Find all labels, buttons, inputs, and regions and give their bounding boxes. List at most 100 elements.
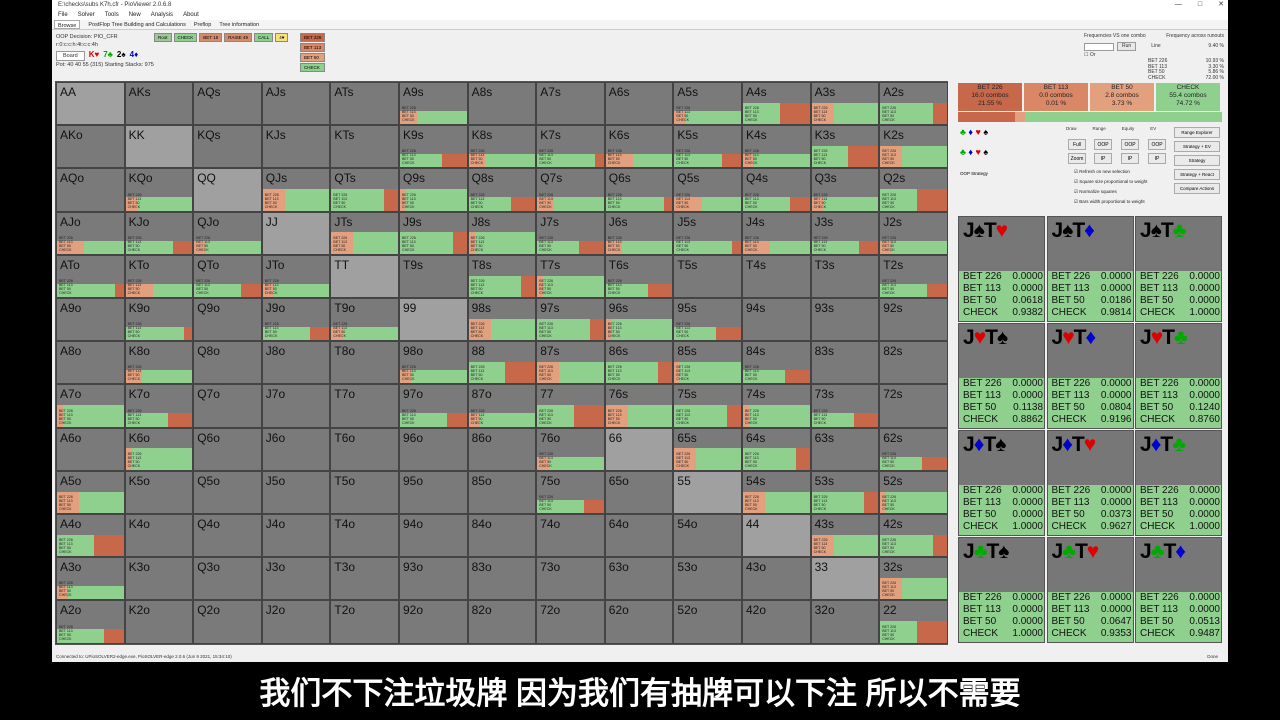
hand-cell-T3o[interactable]: T3o xyxy=(330,557,399,601)
combo-input[interactable] xyxy=(1084,42,1114,51)
hand-cell-A7o[interactable]: A7o BET 226 BET 113 BET 50 CHECK xyxy=(56,384,125,428)
hand-cell-K2s[interactable]: K2s BET 226 BET 113 BET 50 CHECK xyxy=(879,125,948,169)
hand-cell-T5o[interactable]: T5o xyxy=(330,470,399,514)
run-button[interactable]: Run xyxy=(1117,42,1137,51)
option-checkbox-2[interactable]: Normalize squares xyxy=(1074,189,1117,195)
close-icon[interactable]: ✕ xyxy=(1218,0,1224,10)
hand-cell-J2o[interactable]: J2o xyxy=(261,600,331,644)
hand-cell-42s[interactable]: 42s BET 226 BET 113 BET 50 CHECK xyxy=(879,514,948,558)
runout-board-4[interactable]: J♥T♦ BET 226 0.0000 BET 113 0.0000 BET 50 0.08… xyxy=(1046,323,1134,429)
side-button-0[interactable]: Range Explorer xyxy=(1174,127,1220,138)
tab-0[interactable]: Browse xyxy=(54,20,81,29)
hand-cell-83s[interactable]: 83s xyxy=(810,341,880,385)
side-button-3[interactable]: Strategy + React xyxy=(1174,169,1220,180)
hand-cell-55[interactable]: 55 xyxy=(673,470,742,514)
hand-cell-KK[interactable]: KK xyxy=(124,125,194,169)
hand-cell-K3s[interactable]: K3s BET 226 BET 113 BET 50 CHECK xyxy=(810,125,880,169)
hand-cell-Q6o[interactable]: Q6o xyxy=(193,427,262,471)
path-option-2[interactable]: BET 50 xyxy=(300,53,326,62)
hand-cell-T2s[interactable]: T2s BET 226 BET 113 BET 50 CHECK xyxy=(879,254,948,298)
hand-cell-88[interactable]: 88 BET 226 BET 113 BET 50 CHECK xyxy=(467,341,537,385)
hand-cell-T5s[interactable]: T5s xyxy=(673,254,742,298)
hand-cell-TT[interactable]: TT xyxy=(330,254,399,298)
hand-cell-87o[interactable]: 87o BET 226 BET 113 BET 50 CHECK xyxy=(467,384,537,428)
hand-cell-T4o[interactable]: T4o xyxy=(330,514,399,558)
hand-cell-Q2s[interactable]: Q2s BET 226 BET 113 BET 50 CHECK xyxy=(879,168,948,212)
hand-cell-K8o[interactable]: K8o BET 226 BET 113 BET 50 CHECK xyxy=(124,341,194,385)
path-node-4[interactable]: CALL xyxy=(253,33,274,42)
hand-cell-76s[interactable]: 76s BET 226 BET 113 BET 50 CHECK xyxy=(604,384,674,428)
hand-cell-KTs[interactable]: KTs xyxy=(330,125,399,169)
hand-cell-A8o[interactable]: A8o xyxy=(56,341,125,385)
hand-cell-J8s[interactable]: J8s BET 226 BET 113 BET 50 CHECK xyxy=(467,211,537,255)
hand-cell-T7s[interactable]: T7s BET 226 BET 113 BET 50 CHECK xyxy=(536,254,605,298)
hand-cell-95s[interactable]: 95s BET 226 BET 113 BET 50 CHECK xyxy=(673,298,742,342)
hand-cell-J9o[interactable]: J9o BET 226 BET 113 BET 50 CHECK xyxy=(261,298,331,342)
hand-cell-Q2o[interactable]: Q2o xyxy=(193,600,262,644)
path-node-1[interactable]: CHECK xyxy=(173,33,198,42)
hand-cell-JTs[interactable]: JTs BET 226 BET 113 BET 50 CHECK xyxy=(330,211,399,255)
hand-cell-ATo[interactable]: ATo BET 226 BET 113 BET 50 CHECK xyxy=(56,254,125,298)
hand-cell-J5o[interactable]: J5o xyxy=(261,470,331,514)
hand-cell-AJo[interactable]: AJo BET 226 BET 113 BET 50 CHECK xyxy=(56,211,125,255)
hand-cell-Q3o[interactable]: Q3o xyxy=(193,557,262,601)
path-node-0[interactable]: Root xyxy=(154,33,172,42)
hand-cell-K4o[interactable]: K4o xyxy=(124,514,194,558)
hand-cell-AJs[interactable]: AJs xyxy=(261,82,331,126)
hand-cell-K9s[interactable]: K9s BET 226 BET 113 BET 50 CHECK xyxy=(399,125,468,169)
hand-cell-43s[interactable]: 43s BET 226 BET 113 BET 50 CHECK xyxy=(810,514,880,558)
zoom-button[interactable]: Zoom xyxy=(1068,153,1086,164)
hand-cell-Q4s[interactable]: Q4s BET 226 BET 113 BET 50 CHECK xyxy=(742,168,811,212)
menu-solver[interactable]: Solver xyxy=(78,10,95,20)
hand-cell-AQs[interactable]: AQs xyxy=(193,82,262,126)
hand-cell-62s[interactable]: 62s BET 226 BET 113 BET 50 CHECK xyxy=(879,427,948,471)
hand-cell-96s[interactable]: 96s BET 226 BET 113 BET 50 CHECK xyxy=(604,298,674,342)
hand-cell-A2o[interactable]: A2o BET 226 BET 113 BET 50 CHECK xyxy=(56,600,125,644)
hand-cell-J4s[interactable]: J4s BET 226 BET 113 BET 50 CHECK xyxy=(742,211,811,255)
runout-board-8[interactable]: J♦T♣ BET 226 0.0000 BET 113 0.0000 BET 50 0.00… xyxy=(1135,430,1222,536)
hand-cell-JJ[interactable]: JJ xyxy=(261,211,331,255)
hand-cell-83o[interactable]: 83o xyxy=(467,557,537,601)
hand-cell-K9o[interactable]: K9o BET 226 BET 113 BET 50 CHECK xyxy=(124,298,194,342)
hand-cell-T8s[interactable]: T8s BET 226 BET 113 BET 50 CHECK xyxy=(467,254,537,298)
hand-cell-A4s[interactable]: A4s BET 226 BET 113 BET 50 CHECK xyxy=(742,82,811,126)
hand-cell-86o[interactable]: 86o xyxy=(467,427,537,471)
hand-cell-K7s[interactable]: K7s BET 226 BET 113 BET 50 CHECK xyxy=(536,125,605,169)
hand-cell-T4s[interactable]: T4s xyxy=(742,254,811,298)
hand-cell-73s[interactable]: 73s BET 226 BET 113 BET 50 CHECK xyxy=(810,384,880,428)
hand-cell-74s[interactable]: 74s BET 226 BET 113 BET 50 CHECK xyxy=(742,384,811,428)
runout-board-2[interactable]: J♠T♣ BET 226 0.0000 BET 113 0.0000 BET 50 0.00… xyxy=(1135,216,1222,322)
hand-cell-53o[interactable]: 53o xyxy=(673,557,742,601)
hand-cell-75o[interactable]: 75o BET 226 BET 113 BET 50 CHECK xyxy=(536,470,605,514)
path-option-3[interactable]: CHECK xyxy=(300,63,326,72)
hand-cell-Q5s[interactable]: Q5s BET 226 BET 113 BET 50 CHECK xyxy=(673,168,742,212)
runout-board-0[interactable]: J♠T♥ BET 226 0.0000 BET 113 0.0000 BET 50 0.06… xyxy=(958,216,1045,322)
hand-cell-QJs[interactable]: QJs BET 226 BET 113 BET 50 CHECK xyxy=(261,168,331,212)
hand-cell-AQo[interactable]: AQo xyxy=(56,168,125,212)
runout-board-7[interactable]: J♦T♥ BET 226 0.0000 BET 113 0.0000 BET 50 0.03… xyxy=(1046,430,1134,536)
hand-cell-Q7o[interactable]: Q7o xyxy=(193,384,262,428)
hand-cell-94s[interactable]: 94s xyxy=(742,298,811,342)
hand-cell-KTo[interactable]: KTo BET 226 BET 113 BET 50 CHECK xyxy=(124,254,194,298)
hand-cell-A5o[interactable]: A5o BET 226 BET 113 BET 50 CHECK xyxy=(56,470,125,514)
runout-board-11[interactable]: J♣T♦ BET 226 0.0000 BET 113 0.0000 BET 50 0.05… xyxy=(1135,537,1222,643)
hand-cell-63o[interactable]: 63o xyxy=(604,557,674,601)
runout-board-3[interactable]: J♥T♠ BET 226 0.0000 BET 113 0.0000 BET 50 0.11… xyxy=(958,323,1045,429)
side-button-1[interactable]: Strategy + EV xyxy=(1174,141,1220,152)
or-checkbox[interactable]: ☐ xyxy=(1084,52,1088,58)
hand-cell-KQs[interactable]: KQs xyxy=(193,125,262,169)
hand-cell-A8s[interactable]: A8s xyxy=(467,82,537,126)
menu-about[interactable]: About xyxy=(183,10,199,20)
minimize-icon[interactable]: — xyxy=(1175,0,1182,10)
hand-cell-Q7s[interactable]: Q7s BET 226 BET 113 BET 50 CHECK xyxy=(536,168,605,212)
hand-cell-97o[interactable]: 97o BET 226 BET 113 BET 50 CHECK xyxy=(399,384,468,428)
hand-cell-86s[interactable]: 86s BET 226 BET 113 BET 50 CHECK xyxy=(604,341,674,385)
hand-cell-Q9s[interactable]: Q9s BET 226 BET 113 BET 50 CHECK xyxy=(399,168,468,212)
hand-cell-T6o[interactable]: T6o xyxy=(330,427,399,471)
ip-button-1[interactable]: IP xyxy=(1121,153,1139,164)
hand-cell-J3s[interactable]: J3s BET 226 BET 113 BET 50 CHECK xyxy=(810,211,880,255)
hand-cell-QJo[interactable]: QJo BET 226 BET 113 BET 50 CHECK xyxy=(193,211,262,255)
path-option-0[interactable]: BET 226 xyxy=(300,33,326,42)
full-button[interactable]: Full xyxy=(1068,139,1086,150)
hand-cell-K3o[interactable]: K3o xyxy=(124,557,194,601)
